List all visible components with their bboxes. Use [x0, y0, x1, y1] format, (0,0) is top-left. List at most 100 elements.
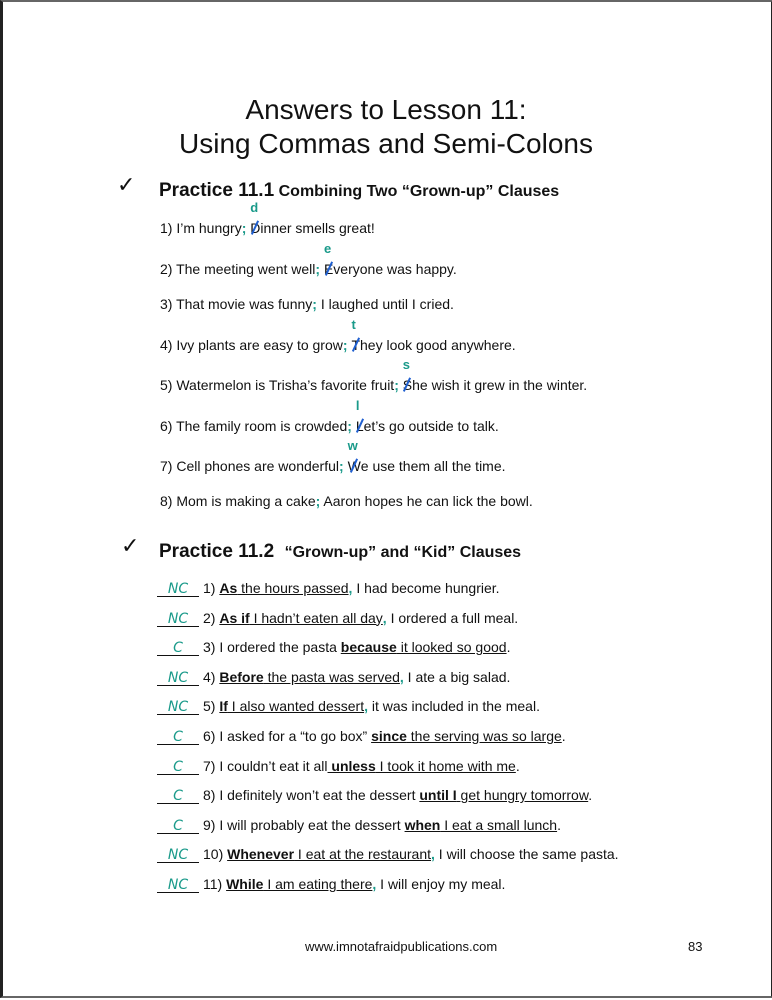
clause-item: C 9) I will probably eat the dessert when… [157, 817, 561, 834]
sentence-first-clause: That movie was funny [176, 296, 313, 312]
strike-slash [355, 417, 363, 433]
sentence-first-clause: The family room is crowded [176, 418, 348, 434]
item-number: 7) [203, 757, 220, 774]
subordinating-conjunction: Before [219, 668, 264, 685]
subordinating-conjunction: because [340, 639, 397, 656]
strike-slash [402, 376, 411, 392]
semicolon-correction: ; [347, 418, 352, 434]
clause-text: I asked for a “to go box” [219, 728, 372, 744]
answer-blank: C [157, 760, 199, 775]
clause-text: I also wanted dessert [227, 698, 365, 715]
sentence-second-clause: I laughed until I cried. [316, 296, 454, 312]
sentence-second-clause: inner smells great! [260, 220, 375, 236]
clause-item: C 6) I asked for a “to go box” since the … [157, 728, 566, 745]
clause-text: . [561, 728, 566, 744]
item-number: 1) [203, 580, 220, 596]
clause-item: C 7) I couldn’t eat it all unless I took … [157, 758, 520, 775]
clause-text: I eat a small lunch [440, 816, 558, 833]
clause-item: C 3) I ordered the pasta because it looke… [157, 639, 511, 657]
strike-slash [323, 260, 332, 276]
item-number: 6) [203, 728, 220, 744]
clause-text: I will probably eat the dessert [219, 816, 405, 833]
clause-text: . [588, 787, 593, 804]
sentence-item: 7) Cell phones are wonderful; Wwe use th… [160, 438, 506, 474]
sentence-first-clause: Watermelon is Trisha’s favorite fruit [176, 377, 395, 393]
capital-correction: Tt [351, 317, 360, 353]
clause-item: NC 4) Before the pasta was served, I ate … [157, 669, 510, 686]
strike-slash [347, 457, 360, 473]
clause-item: C 8) I definitely won’t eat the dessert u… [157, 787, 593, 805]
subordinating-conjunction: As [219, 580, 238, 596]
page-number: 83 [688, 939, 703, 954]
sentence-second-clause: veryone was happy. [333, 261, 457, 277]
clause-item: NC 10) Whenever I eat at the restaurant, … [157, 846, 619, 864]
item-number: 3) [160, 296, 177, 312]
page-title-line2: Using Commas and Semi-Colons [179, 128, 593, 159]
sentence-second-clause: Aaron hopes he can lick the bowl. [320, 493, 533, 509]
practice2-subtitle: “Grown-up” and “Kid” Clauses [284, 544, 522, 561]
sentence-item: 1) I’m hungry; Dd inner smells great! [160, 200, 375, 236]
semicolon-correction: ; [241, 220, 247, 236]
check-icon: ✓ [121, 533, 140, 558]
sentence-first-clause: I’m hungry [176, 220, 242, 236]
sentence-item: 6) The family room is crowded; Ll et’s go… [160, 398, 499, 434]
item-number: 8) [203, 787, 220, 804]
semicolon-correction: ; [315, 261, 321, 277]
subordinating-conjunction: As if [219, 609, 250, 626]
clause-text: I had become hungrier. [352, 580, 500, 596]
sentence-item: 4) Ivy plants are easy to grow; Tt hey lo… [160, 317, 516, 353]
item-number: 2) [203, 609, 220, 626]
clause-text: I ate a big salad. [403, 668, 511, 685]
clause-text: I will choose the same pasta. [434, 846, 619, 863]
clause-item: NC 11) While I am eating there, I will en… [157, 876, 505, 893]
sentence-first-clause: Cell phones are wonderful [176, 458, 339, 474]
answer-blank: NC [157, 878, 199, 893]
sentence-item: 3) That movie was funny; I laughed until… [160, 296, 454, 312]
answer-blank: NC [157, 582, 199, 597]
subordinating-conjunction: unless [327, 757, 376, 774]
sentence-first-clause: The meeting went well [176, 261, 316, 277]
capital-correction: Ll [355, 398, 364, 434]
lowercase-correction: s [402, 357, 410, 372]
subordinating-conjunction: when [404, 816, 441, 833]
sentence-item: 8) Mom is making a cake; Aaron hopes he … [160, 493, 533, 509]
clause-text: I will enjoy my meal. [376, 876, 506, 892]
sentence-second-clause: e use them all the time. [360, 458, 506, 474]
item-number: 8) [160, 493, 177, 509]
clause-text: . [506, 639, 511, 656]
check-icon: ✓ [117, 172, 136, 197]
subordinating-conjunction: If [219, 698, 228, 715]
clause-text: the pasta was served [263, 668, 400, 685]
clause-text: get hungry tomorrow [456, 787, 589, 804]
capital-correction: Dd [250, 200, 260, 236]
clause-text: . [557, 816, 561, 833]
clause-text: the serving was so large [406, 728, 562, 744]
clause-text: it looked so good [396, 639, 507, 656]
sentence-item: 2) The meeting went well; Ee veryone was … [160, 241, 457, 277]
answer-blank: C [157, 789, 199, 805]
lowercase-correction: e [323, 241, 332, 256]
answer-blank: NC [157, 671, 199, 686]
item-number: 2) [160, 261, 177, 277]
clause-text: I ordered a full meal. [386, 609, 519, 626]
item-number: 6) [160, 418, 177, 434]
item-number: 3) [203, 639, 220, 656]
item-number: 1) [160, 220, 177, 236]
clause-item: NC 2) As if I hadn’t eaten all day, I ord… [157, 610, 518, 627]
lowercase-correction: l [355, 398, 360, 413]
footer-website: www.imnotafraidpublications.com [305, 939, 498, 954]
sentence-second-clause: he wish it grew in the winter. [412, 377, 588, 393]
answer-blank: C [157, 641, 199, 657]
clause-text: I couldn’t eat it all [219, 757, 328, 774]
subordinating-conjunction: Whenever [227, 846, 295, 863]
answer-blank: NC [157, 612, 199, 627]
capital-correction: Ss [402, 357, 412, 393]
answer-blank: C [157, 819, 199, 834]
item-number: 7) [160, 458, 177, 474]
clause-text: I am eating there [263, 876, 373, 892]
lowercase-correction: t [351, 317, 356, 332]
practice1-subtitle: Combining Two “Grown-up” Clauses [278, 183, 560, 200]
clause-text: I eat at the restaurant [294, 846, 432, 863]
sentence-item: 5) Watermelon is Trisha’s favorite fruit… [160, 357, 588, 393]
clause-text: the hours passed [237, 580, 349, 596]
